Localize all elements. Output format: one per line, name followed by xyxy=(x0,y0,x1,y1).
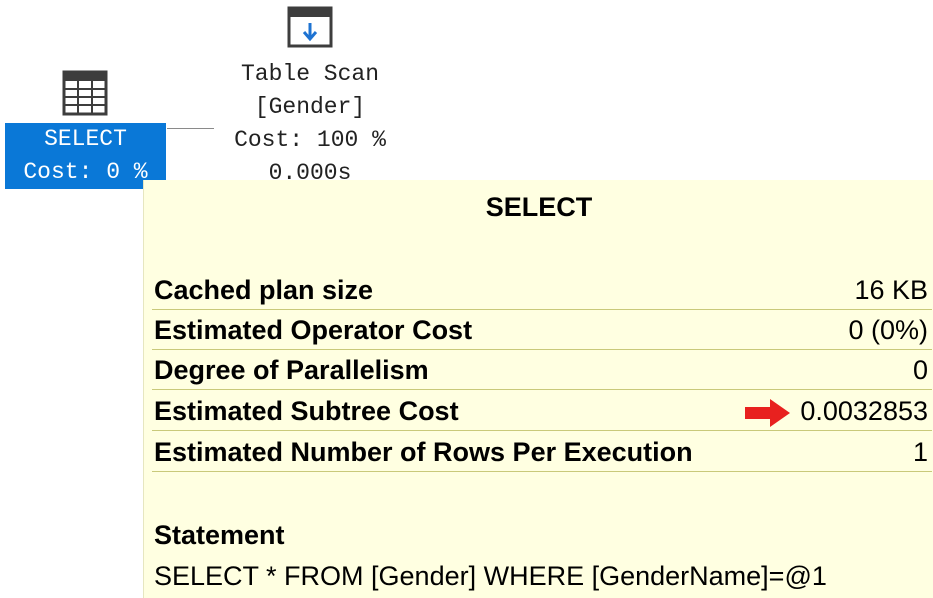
table-scan-icon[interactable] xyxy=(287,6,333,48)
plan-connector-line xyxy=(167,128,214,129)
property-name: Estimated Subtree Cost xyxy=(154,396,459,426)
property-value: 0 (0%) xyxy=(848,315,928,345)
select-node-cost: Cost: 0 % xyxy=(23,159,148,185)
property-row: Cached plan size 16 KB xyxy=(152,270,932,310)
property-value: 0 xyxy=(912,355,928,385)
table-scan-title: Table Scan xyxy=(240,61,380,87)
table-scan-cost: Cost: 100 % xyxy=(234,127,386,153)
property-name: Degree of Parallelism xyxy=(154,355,429,385)
property-value: 0.0032853 xyxy=(800,396,928,426)
property-row: Estimated Number of Rows Per Execution 1 xyxy=(152,432,932,472)
property-name: Estimated Number of Rows Per Execution xyxy=(154,437,693,467)
table-scan-object: [Gender] xyxy=(254,94,366,120)
select-node-title: SELECT xyxy=(44,126,127,152)
operator-tooltip: SELECT Cached plan size 16 KB Estimated … xyxy=(143,180,933,598)
statement-text: SELECT * FROM [Gender] WHERE [GenderName… xyxy=(154,561,827,591)
property-row: Estimated Operator Cost 0 (0%) xyxy=(152,310,932,350)
property-name: Estimated Operator Cost xyxy=(154,315,473,345)
property-row: Estimated Subtree Cost 0.0032853 xyxy=(152,391,932,431)
property-value: 16 KB xyxy=(854,275,928,305)
statement-label: Statement xyxy=(154,520,285,550)
property-row: Degree of Parallelism 0 xyxy=(152,350,932,390)
table-scan-node-label[interactable]: Table Scan [Gender] Cost: 100 % 0.000s xyxy=(210,58,410,190)
select-node-label[interactable]: SELECT Cost: 0 % xyxy=(5,123,166,189)
property-value: 1 xyxy=(912,437,928,467)
property-name: Cached plan size xyxy=(154,275,374,305)
red-arrow-icon xyxy=(744,397,792,429)
select-grid-icon[interactable] xyxy=(62,70,108,116)
tooltip-title: SELECT xyxy=(485,192,593,222)
